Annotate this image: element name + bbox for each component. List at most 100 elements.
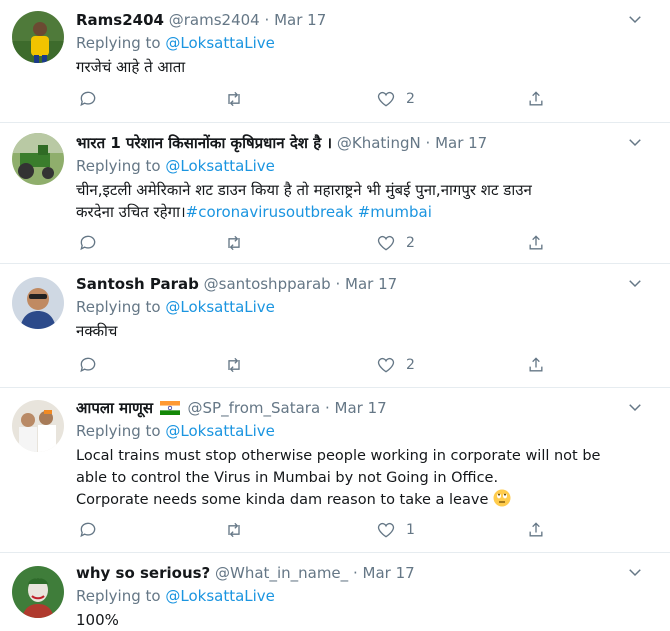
mention-link[interactable]: @LoksattaLive bbox=[165, 422, 275, 440]
tweet-text: नक्कीच bbox=[76, 320, 646, 342]
tweet-sp-from-satara[interactable]: आपला माणूस @SP_from_Satara · Mar 17 Repl… bbox=[0, 388, 670, 553]
tweet-rams2404[interactable]: Rams2404 @rams2404 · Mar 17 Replying to … bbox=[0, 0, 670, 123]
avatar[interactable] bbox=[12, 11, 64, 63]
reply-button[interactable] bbox=[78, 88, 98, 110]
chevron-down-icon[interactable] bbox=[626, 563, 644, 581]
reply-button[interactable] bbox=[78, 232, 98, 254]
like-button[interactable]: 2 bbox=[376, 88, 415, 110]
chevron-down-icon[interactable] bbox=[626, 133, 644, 151]
separator-dot: · bbox=[352, 564, 358, 582]
replying-to: Replying to @LoksattaLive bbox=[76, 421, 275, 441]
reply-button[interactable] bbox=[78, 354, 98, 376]
tweet-santoshpparab[interactable]: Santosh Parab @santoshpparab · Mar 17 Re… bbox=[0, 264, 670, 388]
retweet-button[interactable] bbox=[224, 354, 244, 376]
tweet-text-line: Corporate needs some kinda dam reason to… bbox=[76, 489, 646, 511]
mention-link[interactable]: @LoksattaLive bbox=[165, 34, 275, 52]
separator-dot: · bbox=[264, 11, 270, 29]
tweet-text-fragment: करदेना उचित रहेगा। bbox=[76, 203, 186, 221]
share-icon bbox=[529, 91, 543, 106]
avatar[interactable] bbox=[12, 133, 64, 185]
tweet-text: गरजेचं आहे ते आता bbox=[76, 56, 646, 78]
mention-link[interactable]: @LoksattaLive bbox=[165, 587, 275, 605]
retweet-icon bbox=[228, 91, 240, 107]
india-flag-icon bbox=[159, 400, 180, 415]
display-name[interactable]: why so serious? bbox=[76, 564, 210, 582]
like-count: 2 bbox=[406, 91, 415, 107]
tweet-actions: 2 bbox=[76, 88, 556, 110]
retweet-icon bbox=[228, 357, 240, 373]
mention-link[interactable]: @LoksattaLive bbox=[165, 298, 275, 316]
tweet-text-line: गरजेचं आहे ते आता bbox=[76, 58, 186, 76]
reply-button[interactable] bbox=[78, 519, 98, 541]
replying-to: Replying to @LoksattaLive bbox=[76, 33, 275, 53]
like-button[interactable]: 1 bbox=[376, 519, 415, 541]
display-name[interactable]: Rams2404 bbox=[76, 11, 164, 29]
like-count: 1 bbox=[406, 522, 415, 538]
retweet-button[interactable] bbox=[224, 232, 244, 254]
replying-prefix: Replying to bbox=[76, 298, 161, 316]
retweet-button[interactable] bbox=[224, 88, 244, 110]
reply-icon bbox=[80, 235, 96, 251]
tweet-text-line: चीन,इटली अमेरिकाने शट डाउन किया है तो मह… bbox=[76, 181, 532, 199]
display-name[interactable]: आपला माणूस bbox=[76, 399, 153, 417]
tweet-khatingn[interactable]: भारत 1 परेशान किसानोंका कृषिप्रधान देश ह… bbox=[0, 123, 670, 264]
avatar[interactable] bbox=[12, 566, 64, 618]
share-icon bbox=[529, 357, 543, 372]
share-icon bbox=[529, 235, 543, 250]
display-name[interactable]: भारत 1 परेशान किसानोंका कृषिप्रधान देश ह… bbox=[76, 134, 332, 152]
reply-feed: Rams2404 @rams2404 · Mar 17 Replying to … bbox=[0, 0, 670, 630]
hashtag-link[interactable]: #mumbai bbox=[358, 203, 432, 221]
chevron-down-icon[interactable] bbox=[626, 398, 644, 416]
tweet-actions: 2 bbox=[76, 232, 556, 254]
heart-icon bbox=[377, 235, 395, 251]
avatar[interactable] bbox=[12, 277, 64, 329]
user-handle[interactable]: @KhatingN bbox=[337, 134, 421, 152]
chevron-down-icon[interactable] bbox=[626, 274, 644, 292]
timestamp[interactable]: Mar 17 bbox=[363, 564, 415, 582]
timestamp[interactable]: Mar 17 bbox=[274, 11, 326, 29]
like-count: 2 bbox=[406, 357, 415, 373]
reply-icon bbox=[80, 91, 96, 107]
heart-icon bbox=[377, 522, 395, 538]
user-handle[interactable]: @rams2404 bbox=[169, 11, 260, 29]
hashtag-link[interactable]: #coronavirusoutbreak bbox=[186, 203, 353, 221]
tweet-text: Local trains must stop otherwise people … bbox=[76, 445, 646, 511]
tweet-what-in-name[interactable]: why so serious? @What_in_name_ · Mar 17 … bbox=[0, 553, 670, 630]
reply-icon bbox=[80, 522, 96, 538]
user-handle[interactable]: @SP_from_Satara bbox=[188, 399, 321, 417]
retweet-icon bbox=[228, 522, 240, 538]
display-name[interactable]: Santosh Parab bbox=[76, 275, 199, 293]
mention-link[interactable]: @LoksattaLive bbox=[165, 157, 275, 175]
replying-to: Replying to @LoksattaLive bbox=[76, 156, 275, 176]
retweet-icon bbox=[228, 235, 240, 251]
tweet-actions: 2 bbox=[76, 354, 556, 376]
timestamp[interactable]: Mar 17 bbox=[335, 399, 387, 417]
share-button[interactable] bbox=[526, 232, 546, 254]
share-button[interactable] bbox=[526, 354, 546, 376]
tweet-actions: 1 bbox=[76, 519, 556, 541]
share-icon bbox=[529, 522, 543, 537]
share-button[interactable] bbox=[526, 88, 546, 110]
avatar[interactable] bbox=[12, 400, 64, 452]
chevron-down-icon[interactable] bbox=[626, 10, 644, 28]
replying-prefix: Replying to bbox=[76, 587, 161, 605]
tweet-text: 100% bbox=[76, 609, 646, 631]
tweet-text-line: करदेना उचित रहेगा।#coronavirusoutbreak #… bbox=[76, 201, 646, 223]
like-count: 2 bbox=[406, 235, 415, 251]
tweet-text: चीन,इटली अमेरिकाने शट डाउन किया है तो मह… bbox=[76, 179, 646, 223]
heart-icon bbox=[377, 357, 395, 373]
share-button[interactable] bbox=[526, 519, 546, 541]
user-handle[interactable]: @What_in_name_ bbox=[215, 564, 348, 582]
separator-dot: · bbox=[425, 134, 431, 152]
reply-icon bbox=[80, 357, 96, 373]
like-button[interactable]: 2 bbox=[376, 354, 415, 376]
retweet-button[interactable] bbox=[224, 519, 244, 541]
heart-icon bbox=[377, 91, 395, 107]
tweet-text-line: Local trains must stop otherwise people … bbox=[76, 448, 601, 464]
replying-prefix: Replying to bbox=[76, 422, 161, 440]
user-handle[interactable]: @santoshpparab bbox=[204, 275, 331, 293]
timestamp[interactable]: Mar 17 bbox=[345, 275, 397, 293]
replying-prefix: Replying to bbox=[76, 157, 161, 175]
like-button[interactable]: 2 bbox=[376, 232, 415, 254]
timestamp[interactable]: Mar 17 bbox=[435, 134, 487, 152]
